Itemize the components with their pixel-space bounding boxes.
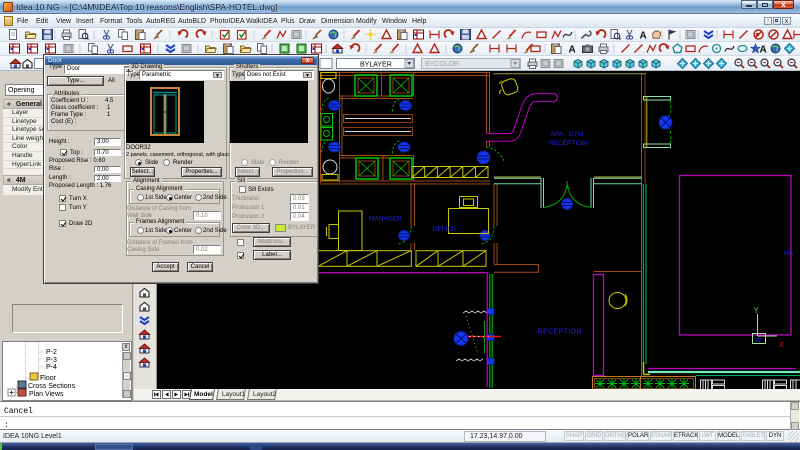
svg-text:Floor: Floor [40,375,57,382]
svg-text:P-3: P-3 [46,357,57,364]
svg-text:X: X [779,342,784,349]
svg-text:BYCOLOR: BYCOLOR [425,61,459,68]
svg-text:MANAGER: MANAGER [369,216,402,223]
svg-text:Cross Sections: Cross Sections [28,383,76,390]
svg-text:P-4: P-4 [46,364,57,371]
svg-text:Plan Views: Plan Views [29,391,64,398]
svg-text:OFFICE: OFFICE [433,226,457,233]
svg-text:P-2: P-2 [46,349,57,356]
svg-text:BYLAYER: BYLAYER [360,62,392,69]
svg-text:W: W [755,337,762,344]
svg-text:RECEPTION: RECEPTION [538,329,582,336]
svg-text:SPA - GYM: SPA - GYM [551,131,584,138]
svg-text:RECEPTION: RECEPTION [549,140,587,147]
svg-text:WA: WA [784,251,793,257]
svg-text:Y: Y [754,306,760,315]
